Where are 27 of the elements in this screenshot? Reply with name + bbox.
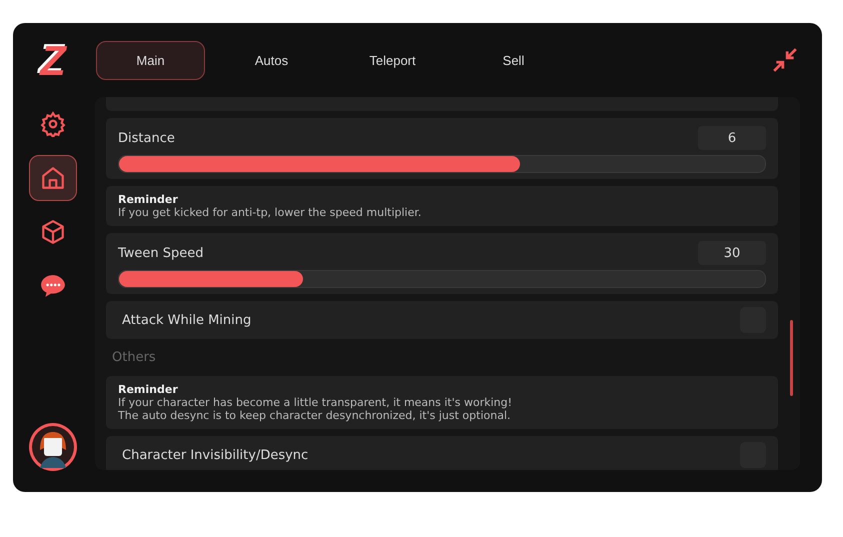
minimize-icon[interactable]: [772, 47, 798, 73]
cube-icon: [40, 219, 66, 245]
reminder-title: Reminder: [118, 383, 179, 396]
slider-label: Distance: [118, 130, 175, 146]
toggle-label: Attack While Mining: [122, 312, 252, 328]
scrollbar-thumb[interactable]: [790, 320, 793, 396]
tab[interactable]: Main: [96, 40, 205, 80]
reminder-text: The auto desync is to keep character desynchronized, it's just optional.: [118, 409, 512, 422]
reminder-title: Reminder: [118, 193, 179, 206]
slider-label: Tween Speed: [118, 246, 204, 260]
gear-icon: [40, 111, 66, 137]
slider-track[interactable]: [118, 270, 766, 288]
tab[interactable]: Autos: [217, 40, 326, 80]
reminder-text: If you get kicked for anti-tp, lower the speed multiplier.: [118, 206, 422, 219]
chat-icon: [40, 273, 66, 299]
slider-track[interactable]: [118, 155, 766, 173]
sidebar-item[interactable]: [29, 155, 77, 201]
home-icon: [40, 165, 66, 191]
avatar[interactable]: [28, 422, 78, 472]
tab[interactable]: Sell: [459, 40, 568, 80]
value-field[interactable]: 6: [698, 126, 766, 150]
tab[interactable]: Teleport: [338, 40, 447, 80]
section-heading: Others: [111, 349, 157, 367]
reminder-text: If your character has become a little transparent, it means it's working!: [118, 396, 514, 409]
value-field[interactable]: 30: [698, 241, 766, 265]
toggle-label: Character Invisibility/Desync: [122, 448, 308, 462]
logo: Z: [40, 41, 66, 81]
